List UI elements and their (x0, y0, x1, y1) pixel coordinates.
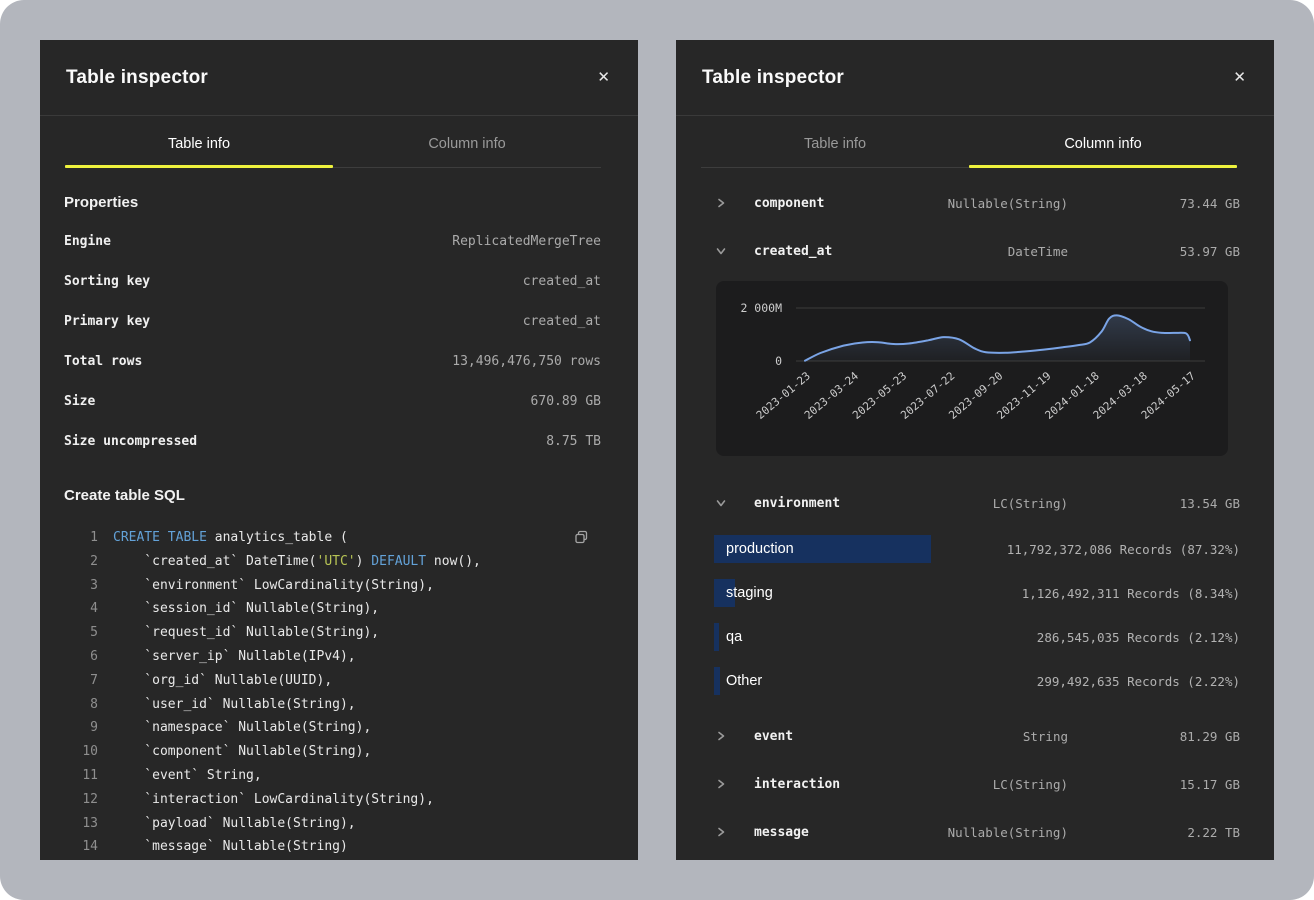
property-value: created_at (523, 314, 601, 329)
chevron-down-icon (716, 246, 726, 256)
remaining-columns: event String 81.29 GB interaction LC(Str… (676, 712, 1274, 856)
svg-text:2 000M: 2 000M (740, 301, 782, 315)
property-value: 8.75 TB (546, 434, 601, 449)
table-inspector-modal-left: Table inspector ✕ Table info Column info… (40, 40, 638, 860)
svg-text:0: 0 (775, 354, 782, 368)
property-value: 13,496,476,750 rows (452, 354, 601, 369)
copy-icon[interactable] (574, 530, 589, 548)
env-value-row-staging: staging 1,126,492,311 Records (8.34%) (676, 571, 1274, 615)
env-value-records: 299,492,635 Records (2.22%) (1037, 674, 1240, 689)
env-value-row-other: Other 299,492,635 Records (2.22%) (676, 659, 1274, 703)
close-icon[interactable]: ✕ (1233, 70, 1246, 85)
property-row: Primary key created_at (64, 301, 601, 341)
column-name: environment (754, 496, 993, 511)
modal-header: Table inspector ✕ (676, 40, 1274, 116)
property-row: Engine ReplicatedMergeTree (64, 221, 601, 261)
env-value-records: 11,792,372,086 Records (87.32%) (1007, 542, 1240, 557)
column-name: interaction (754, 777, 993, 792)
created-at-distribution-chart: 2 000M02023-01-232023-03-242023-05-23202… (716, 281, 1228, 456)
property-label: Size (64, 394, 95, 409)
env-value-row-production: production 11,792,372,086 Records (87.32… (676, 527, 1274, 571)
tabbar: Table info Column info (65, 116, 601, 168)
column-size: 2.22 TB (1068, 825, 1240, 840)
tab-column-info[interactable]: Column info (333, 116, 601, 167)
column-row-event[interactable]: event String 81.29 GB (676, 712, 1274, 760)
table-inspector-modal-right: Table inspector ✕ Table info Column info… (676, 40, 1274, 860)
property-row: Size uncompressed 8.75 TB (64, 421, 601, 461)
modal-title: Table inspector (66, 67, 208, 89)
properties-list: Engine ReplicatedMergeTree Sorting key cre… (64, 221, 601, 461)
env-value-bar (714, 623, 719, 651)
env-value-label: Other (726, 673, 762, 689)
column-name: component (754, 196, 948, 211)
column-row-message[interactable]: message Nullable(String) 2.22 TB (676, 808, 1274, 856)
modal-title: Table inspector (702, 67, 844, 89)
env-value-records: 286,545,035 Records (2.12%) (1037, 630, 1240, 645)
tab-table-info[interactable]: Table info (701, 116, 969, 167)
column-type: LC(String) (993, 777, 1068, 792)
column-size: 53.97 GB (1068, 244, 1240, 259)
env-value-records: 1,126,492,311 Records (8.34%) (1022, 586, 1240, 601)
env-value-label: production (726, 541, 794, 557)
property-label: Engine (64, 234, 111, 249)
column-row-interaction[interactable]: interaction LC(String) 15.17 GB (676, 760, 1274, 808)
column-name: message (754, 825, 948, 840)
property-value: 670.89 GB (531, 394, 601, 409)
env-value-label: qa (726, 629, 742, 645)
env-value-bar (714, 667, 720, 695)
tabbar: Table info Column info (701, 116, 1237, 168)
property-label: Primary key (64, 314, 150, 329)
column-row-created-at[interactable]: created_at DateTime 53.97 GB (676, 227, 1274, 275)
sql-code-block: 1CREATE TABLE analytics_table (2 `create… (64, 526, 601, 860)
column-size: 15.17 GB (1068, 777, 1240, 792)
column-name: created_at (754, 244, 1008, 259)
column-size: 73.44 GB (1068, 196, 1240, 211)
column-name: event (754, 729, 1023, 744)
property-value: ReplicatedMergeTree (452, 234, 601, 249)
chevron-right-icon (716, 827, 726, 837)
column-row-component[interactable]: component Nullable(String) 73.44 GB (676, 179, 1274, 227)
column-type: String (1023, 729, 1068, 744)
chevron-right-icon (716, 198, 726, 208)
area-chart: 2 000M02023-01-232023-03-242023-05-23202… (716, 281, 1228, 456)
chevron-down-icon (716, 498, 726, 508)
create-table-sql-heading: Create table SQL (64, 487, 601, 504)
tab-table-info[interactable]: Table info (65, 116, 333, 167)
properties-heading: Properties (64, 194, 601, 211)
property-row: Total rows 13,496,476,750 rows (64, 341, 601, 381)
property-row: Sorting key created_at (64, 261, 601, 301)
column-row-environment[interactable]: environment LC(String) 13.54 GB (676, 479, 1274, 527)
property-label: Size uncompressed (64, 434, 197, 449)
app-background: Table inspector ✕ Table info Column info… (0, 0, 1314, 900)
env-value-label: staging (726, 585, 773, 601)
property-label: Total rows (64, 354, 142, 369)
modal-header: Table inspector ✕ (40, 40, 638, 116)
column-list: component Nullable(String) 73.44 GB crea… (676, 179, 1274, 856)
environment-section: environment LC(String) 13.54 GB producti… (676, 479, 1274, 703)
column-type: Nullable(String) (948, 825, 1068, 840)
column-type: DateTime (1008, 244, 1068, 259)
chevron-right-icon (716, 779, 726, 789)
property-row: Size 670.89 GB (64, 381, 601, 421)
table-info-content: Properties Engine ReplicatedMergeTree Sor… (40, 194, 638, 860)
close-icon[interactable]: ✕ (597, 70, 610, 85)
sql-code[interactable]: 1CREATE TABLE analytics_table (2 `create… (64, 526, 601, 860)
env-value-row-qa: qa 286,545,035 Records (2.12%) (676, 615, 1274, 659)
property-value: created_at (523, 274, 601, 289)
tab-column-info[interactable]: Column info (969, 116, 1237, 167)
column-size: 13.54 GB (1068, 496, 1240, 511)
column-size: 81.29 GB (1068, 729, 1240, 744)
column-type: Nullable(String) (948, 196, 1068, 211)
column-type: LC(String) (993, 496, 1068, 511)
property-label: Sorting key (64, 274, 150, 289)
chevron-right-icon (716, 731, 726, 741)
